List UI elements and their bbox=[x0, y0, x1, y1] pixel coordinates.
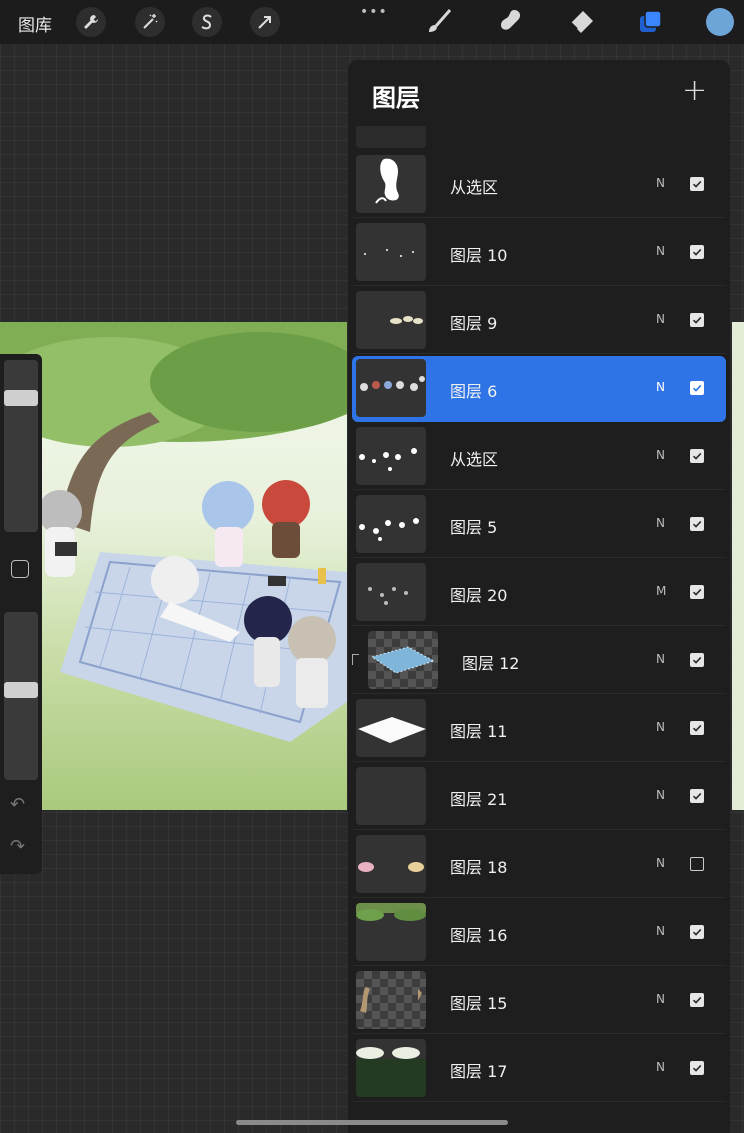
blend-mode-button[interactable]: N bbox=[656, 1060, 665, 1074]
visibility-checkbox[interactable] bbox=[690, 381, 704, 395]
layer-name: 图层 11 bbox=[450, 722, 508, 741]
layer-thumbnail[interactable] bbox=[356, 563, 426, 621]
visibility-checkbox[interactable] bbox=[690, 789, 704, 803]
layer-name: 图层 9 bbox=[450, 314, 498, 333]
layer-row[interactable]: 图层 12 N bbox=[352, 628, 726, 694]
undo-arrow-icon[interactable]: ↶ bbox=[10, 794, 25, 815]
visibility-checkbox[interactable] bbox=[690, 653, 704, 667]
selection-icon[interactable] bbox=[192, 7, 222, 37]
layer-name: 从选区 bbox=[450, 178, 499, 197]
layer-thumbnail[interactable] bbox=[356, 699, 426, 757]
opacity-handle[interactable] bbox=[4, 682, 38, 698]
clipping-mask-indicator bbox=[352, 654, 359, 665]
visibility-checkbox[interactable] bbox=[690, 857, 704, 871]
blend-mode-button[interactable]: N bbox=[656, 992, 665, 1006]
layers-panel: 图层 + 从选区 N 图层 10 N 图层 9 N 图层 6 N 从选区 N 图层 5 N 图层 20 M… bbox=[348, 60, 730, 1133]
layer-thumbnail[interactable] bbox=[356, 291, 426, 349]
blend-mode-button[interactable]: N bbox=[656, 380, 665, 394]
blend-mode-button[interactable]: N bbox=[656, 516, 665, 530]
artwork-canvas[interactable] bbox=[0, 322, 347, 810]
layer-name: 图层 20 bbox=[450, 586, 508, 605]
layer-name: 图层 18 bbox=[450, 858, 508, 877]
left-sidebar: ↶ ↷ bbox=[0, 354, 42, 874]
artwork-image bbox=[0, 322, 347, 742]
layer-thumbnail[interactable] bbox=[356, 835, 426, 893]
layer-name: 图层 6 bbox=[450, 382, 498, 401]
layer-row[interactable]: 图层 17 N bbox=[352, 1036, 726, 1102]
add-layer-button[interactable]: + bbox=[682, 76, 707, 106]
top-toolbar: 图库 ••• bbox=[0, 0, 744, 44]
more-dots-icon[interactable]: ••• bbox=[360, 4, 388, 20]
brush-size-handle[interactable] bbox=[4, 390, 38, 406]
layer-row[interactable]: 图层 15 N bbox=[352, 968, 726, 1034]
layer-thumbnail[interactable] bbox=[356, 223, 426, 281]
layer-row[interactable]: 图层 9 N bbox=[352, 288, 726, 354]
layer-name: 图层 16 bbox=[450, 926, 508, 945]
layer-thumbnail[interactable] bbox=[356, 971, 426, 1029]
visibility-checkbox[interactable] bbox=[690, 177, 704, 191]
layer-row[interactable]: 图层 16 N bbox=[352, 900, 726, 966]
wrench-icon[interactable] bbox=[76, 7, 106, 37]
eraser-icon[interactable] bbox=[566, 8, 596, 40]
color-swatch[interactable] bbox=[706, 8, 734, 36]
canvas-edge bbox=[732, 322, 744, 810]
visibility-checkbox[interactable] bbox=[690, 993, 704, 1007]
smudge-icon[interactable] bbox=[496, 8, 526, 40]
layer-row[interactable]: 从选区 N bbox=[352, 152, 726, 218]
gallery-button[interactable]: 图库 bbox=[18, 11, 52, 36]
layer-name: 从选区 bbox=[450, 450, 499, 469]
visibility-checkbox[interactable] bbox=[690, 1061, 704, 1075]
visibility-checkbox[interactable] bbox=[690, 585, 704, 599]
visibility-checkbox[interactable] bbox=[690, 313, 704, 327]
blend-mode-button[interactable]: N bbox=[656, 652, 665, 666]
layer-name: 图层 5 bbox=[450, 518, 498, 537]
layer-thumbnail[interactable] bbox=[368, 631, 438, 689]
brush-icon[interactable] bbox=[424, 8, 454, 40]
transform-arrow-icon[interactable] bbox=[250, 7, 280, 37]
layer-thumbnail[interactable] bbox=[356, 427, 426, 485]
blend-mode-button[interactable]: N bbox=[656, 924, 665, 938]
magic-wand-icon[interactable] bbox=[135, 7, 165, 37]
visibility-checkbox[interactable] bbox=[690, 245, 704, 259]
layer-thumbnail[interactable] bbox=[356, 155, 426, 213]
blend-mode-button[interactable]: N bbox=[656, 856, 665, 870]
blend-mode-button[interactable]: N bbox=[656, 312, 665, 326]
layer-row[interactable]: 图层 11 N bbox=[352, 696, 726, 762]
layer-row[interactable]: 从选区 N bbox=[352, 424, 726, 490]
visibility-checkbox[interactable] bbox=[690, 721, 704, 735]
blend-mode-button[interactable]: N bbox=[656, 448, 665, 462]
layer-thumbnail[interactable] bbox=[356, 903, 426, 961]
layer-name: 图层 12 bbox=[462, 654, 520, 673]
blend-mode-button[interactable]: N bbox=[656, 720, 665, 734]
layer-row[interactable]: 图层 10 N bbox=[352, 220, 726, 286]
layer-name: 图层 21 bbox=[450, 790, 508, 809]
layer-row[interactable]: 图层 18 N bbox=[352, 832, 726, 898]
brush-size-slider[interactable] bbox=[4, 360, 38, 532]
layer-name: 图层 15 bbox=[450, 994, 508, 1013]
blend-mode-button[interactable]: M bbox=[656, 584, 666, 598]
layer-thumbnail[interactable] bbox=[356, 359, 426, 417]
blend-mode-button[interactable]: N bbox=[656, 788, 665, 802]
visibility-checkbox[interactable] bbox=[690, 925, 704, 939]
opacity-slider[interactable] bbox=[4, 612, 38, 780]
layers-icon[interactable] bbox=[636, 8, 666, 40]
home-indicator[interactable] bbox=[236, 1120, 508, 1125]
layer-row[interactable]: 图层 6 N bbox=[352, 356, 726, 422]
layer-name: 图层 17 bbox=[450, 1062, 508, 1081]
layer-row[interactable]: 图层 5 N bbox=[352, 492, 726, 558]
visibility-checkbox[interactable] bbox=[690, 449, 704, 463]
layer-name: 图层 10 bbox=[450, 246, 508, 265]
layer-thumbnail[interactable] bbox=[356, 495, 426, 553]
layer-row[interactable]: 图层 21 N bbox=[352, 764, 726, 830]
layer-thumbnail[interactable] bbox=[356, 767, 426, 825]
blend-mode-button[interactable]: N bbox=[656, 176, 665, 190]
layer-thumbnail[interactable] bbox=[356, 1039, 426, 1097]
layer-row[interactable]: 图层 20 M bbox=[352, 560, 726, 626]
modify-button[interactable] bbox=[11, 560, 29, 578]
visibility-checkbox[interactable] bbox=[690, 517, 704, 531]
redo-arrow-icon[interactable]: ↷ bbox=[10, 836, 25, 857]
panel-title: 图层 bbox=[372, 84, 420, 112]
blend-mode-button[interactable]: N bbox=[656, 244, 665, 258]
layer-thumbnail-partial bbox=[356, 126, 426, 148]
